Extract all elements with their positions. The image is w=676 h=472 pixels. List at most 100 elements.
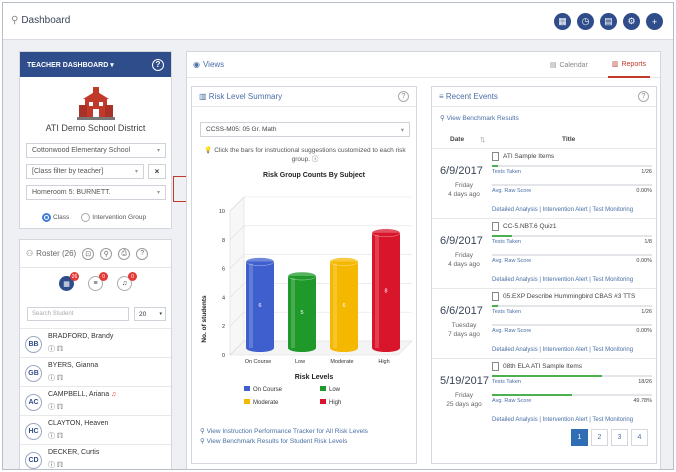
view-benchmark-link[interactable]: ⚲ View Benchmark Results (440, 114, 519, 122)
event-title[interactable]: ATI Sample Items (492, 152, 554, 161)
sort-icon[interactable]: ⇅ (480, 136, 485, 144)
views-header: ◉ Views ▤ Calendar ▥ Reports (187, 52, 660, 78)
student-row[interactable]: BB BRADFORD, Brandy ⓘ ℿ (20, 328, 171, 358)
page-4[interactable]: 4 (631, 429, 648, 446)
apps-icon[interactable]: ▦ (554, 13, 571, 30)
gear-icon[interactable]: ⚙ (623, 13, 640, 30)
clock-icon[interactable]: ◷ (577, 13, 594, 30)
student-name[interactable]: CAMPBELL, Ariana ♫ (48, 391, 116, 398)
chart-icon[interactable]: ℿ (57, 433, 63, 440)
help-icon[interactable]: ⓘ (312, 156, 319, 163)
info-icon[interactable]: ⓘ (48, 462, 55, 469)
roster-grid-badge[interactable]: ▦ 26 (59, 272, 79, 291)
plus-icon[interactable]: + (646, 13, 663, 30)
event-row[interactable]: 6/6/2017 Tuesday 7 days ago 05.EXP Describe… (432, 288, 656, 358)
print-icon[interactable]: ⎙ (118, 247, 131, 260)
legend-swatch (244, 399, 250, 404)
lock-icon[interactable]: ⊡ (82, 247, 95, 260)
page-2[interactable]: 2 (591, 429, 608, 446)
document-icon (492, 292, 499, 301)
y-tick-label: 10 (219, 209, 225, 215)
avg-score-fill (492, 394, 572, 396)
info-icon[interactable]: ⓘ (48, 375, 55, 382)
student-name[interactable]: CLAYTON, Heaven (48, 420, 108, 427)
class-filter-select[interactable]: [Class filter by teacher] ▾ (26, 164, 144, 179)
event-row[interactable]: 6/9/2017 Friday 4 days ago CC-5.NBT.6 Quiz1… (432, 218, 656, 288)
homeroom-select[interactable]: Homeroom 5: BURNETT. ▾ (26, 185, 166, 200)
info-icon[interactable]: ⓘ (48, 433, 55, 440)
legend-item[interactable]: Low (320, 386, 341, 393)
event-actions[interactable]: Detailed Analysis | Intervention Alert |… (492, 207, 633, 213)
clear-filter-button[interactable]: × (148, 164, 166, 179)
chart-icon[interactable]: ℿ (57, 346, 63, 353)
risk-chart[interactable]: Risk Group Counts By Subject No. of stud… (196, 169, 414, 424)
avg-score-value: 0.00% (636, 328, 652, 334)
radio-intervention-group[interactable]: Intervention Group (81, 213, 146, 222)
grid-icon: ▦ (63, 280, 70, 288)
teacher-dashboard-header[interactable]: TEACHER DASHBOARD ▾ ? (20, 52, 171, 77)
event-title[interactable]: 08th ELA ATI Sample Items (492, 362, 582, 371)
chart-icon[interactable]: ℿ (57, 375, 63, 382)
bar-low[interactable]: 5 (287, 271, 317, 352)
bar-data-label: 6 (342, 303, 345, 309)
teacher-dashboard-menu[interactable]: TEACHER DASHBOARD ▾ (27, 61, 114, 69)
chart-icon[interactable]: ℿ (57, 404, 63, 411)
student-name[interactable]: BYERS, Gianna (48, 362, 98, 369)
bar-data-label: 5 (300, 310, 303, 316)
benchmark-risk-link[interactable]: ⚲ View Benchmark Results for Student Ris… (200, 437, 368, 447)
page-1[interactable]: 1 (571, 429, 588, 446)
info-icon[interactable]: ⓘ (48, 404, 55, 411)
event-title[interactable]: 05.EXP Describe Hummingbird CBAS #3 TTS (492, 292, 635, 301)
radio-class[interactable]: Class (42, 213, 69, 222)
tests-taken-bar (492, 235, 652, 237)
event-title[interactable]: CC-5.NBT.6 Quiz1 (492, 222, 556, 231)
link-icon: ⚲ (200, 428, 205, 435)
views-panel: ◉ Views ▤ Calendar ▥ Reports ▥ Risk Level … (186, 51, 661, 469)
roster-alert-badge[interactable]: ♫ 0 (117, 272, 137, 291)
avg-score-row: Avg. Raw Score 0.00% (492, 328, 652, 334)
tab-reports[interactable]: ▥ Reports (607, 52, 650, 78)
roster-list-badge[interactable]: ≡ 0 (88, 272, 108, 291)
bell-icon: ♫ (121, 280, 128, 287)
subject-select[interactable]: CCSS-M05: 05 Gr. Math ▾ (200, 122, 410, 137)
bar-on-course[interactable]: 6 (245, 257, 275, 352)
chevron-down-icon: ▾ (159, 311, 162, 317)
event-actions[interactable]: Detailed Analysis | Intervention Alert |… (492, 277, 633, 283)
app-frame: ⚲ Dashboard ▦ ◷ ▤ ⚙ + TEACHER DASHBOARD ▾… (2, 2, 674, 470)
student-row[interactable]: GB BYERS, Gianna ⓘ ℿ (20, 357, 171, 387)
bar-chart-icon: ▥ (611, 61, 619, 68)
help-icon[interactable]: ? (136, 247, 149, 260)
title-column-header[interactable]: Title (562, 136, 575, 143)
page-size-select[interactable]: 20 ▾ (134, 307, 166, 321)
event-actions[interactable]: Detailed Analysis | Intervention Alert |… (492, 347, 633, 353)
bar-moderate[interactable]: 6 (329, 257, 359, 352)
student-name[interactable]: DECKER, Curtis (48, 449, 99, 456)
legend-item[interactable]: Moderate (244, 399, 279, 406)
legend-item[interactable]: High (320, 399, 341, 406)
chart-icon[interactable]: ℿ (57, 462, 63, 469)
help-icon[interactable]: ? (638, 91, 649, 102)
help-icon[interactable]: ? (398, 91, 409, 102)
user-icon[interactable]: ⚲ (100, 247, 113, 260)
student-row[interactable]: CD DECKER, Curtis ⓘ ℿ (20, 444, 171, 469)
info-icon[interactable]: ⓘ (48, 346, 55, 353)
school-select[interactable]: Cottonwood Elementary School ▾ (26, 143, 166, 158)
list-icon: ≡ (439, 92, 444, 101)
student-name[interactable]: BRADFORD, Brandy (48, 333, 113, 340)
help-icon[interactable]: ? (152, 58, 164, 71)
page-3[interactable]: 3 (611, 429, 628, 446)
event-row[interactable]: 6/9/2017 Friday 4 days ago ATI Sample Items… (432, 148, 656, 218)
student-search-input[interactable]: Search Student (27, 307, 129, 321)
student-row[interactable]: AC CAMPBELL, Ariana ♫ ⓘ ℿ (20, 386, 171, 416)
instruction-tracker-link[interactable]: ⚲ View Instruction Performance Tracker f… (200, 427, 368, 437)
student-row[interactable]: HC CLAYTON, Heaven ⓘ ℿ (20, 415, 171, 445)
event-actions[interactable]: Detailed Analysis | Intervention Alert |… (492, 417, 633, 423)
bar-high[interactable]: 8 (371, 228, 401, 352)
date-column-header[interactable]: Date (450, 136, 464, 143)
tests-taken-row: Tests Taken 18/26 (492, 379, 652, 385)
legend-item[interactable]: On Course (244, 386, 283, 393)
tab-calendar[interactable]: ▤ Calendar (546, 52, 592, 78)
calendar-icon[interactable]: ▤ (600, 13, 617, 30)
x-tick-label: High (378, 359, 389, 365)
event-row[interactable]: 5/19/2017 Friday 25 days ago 08th ELA ATI S… (432, 358, 656, 428)
